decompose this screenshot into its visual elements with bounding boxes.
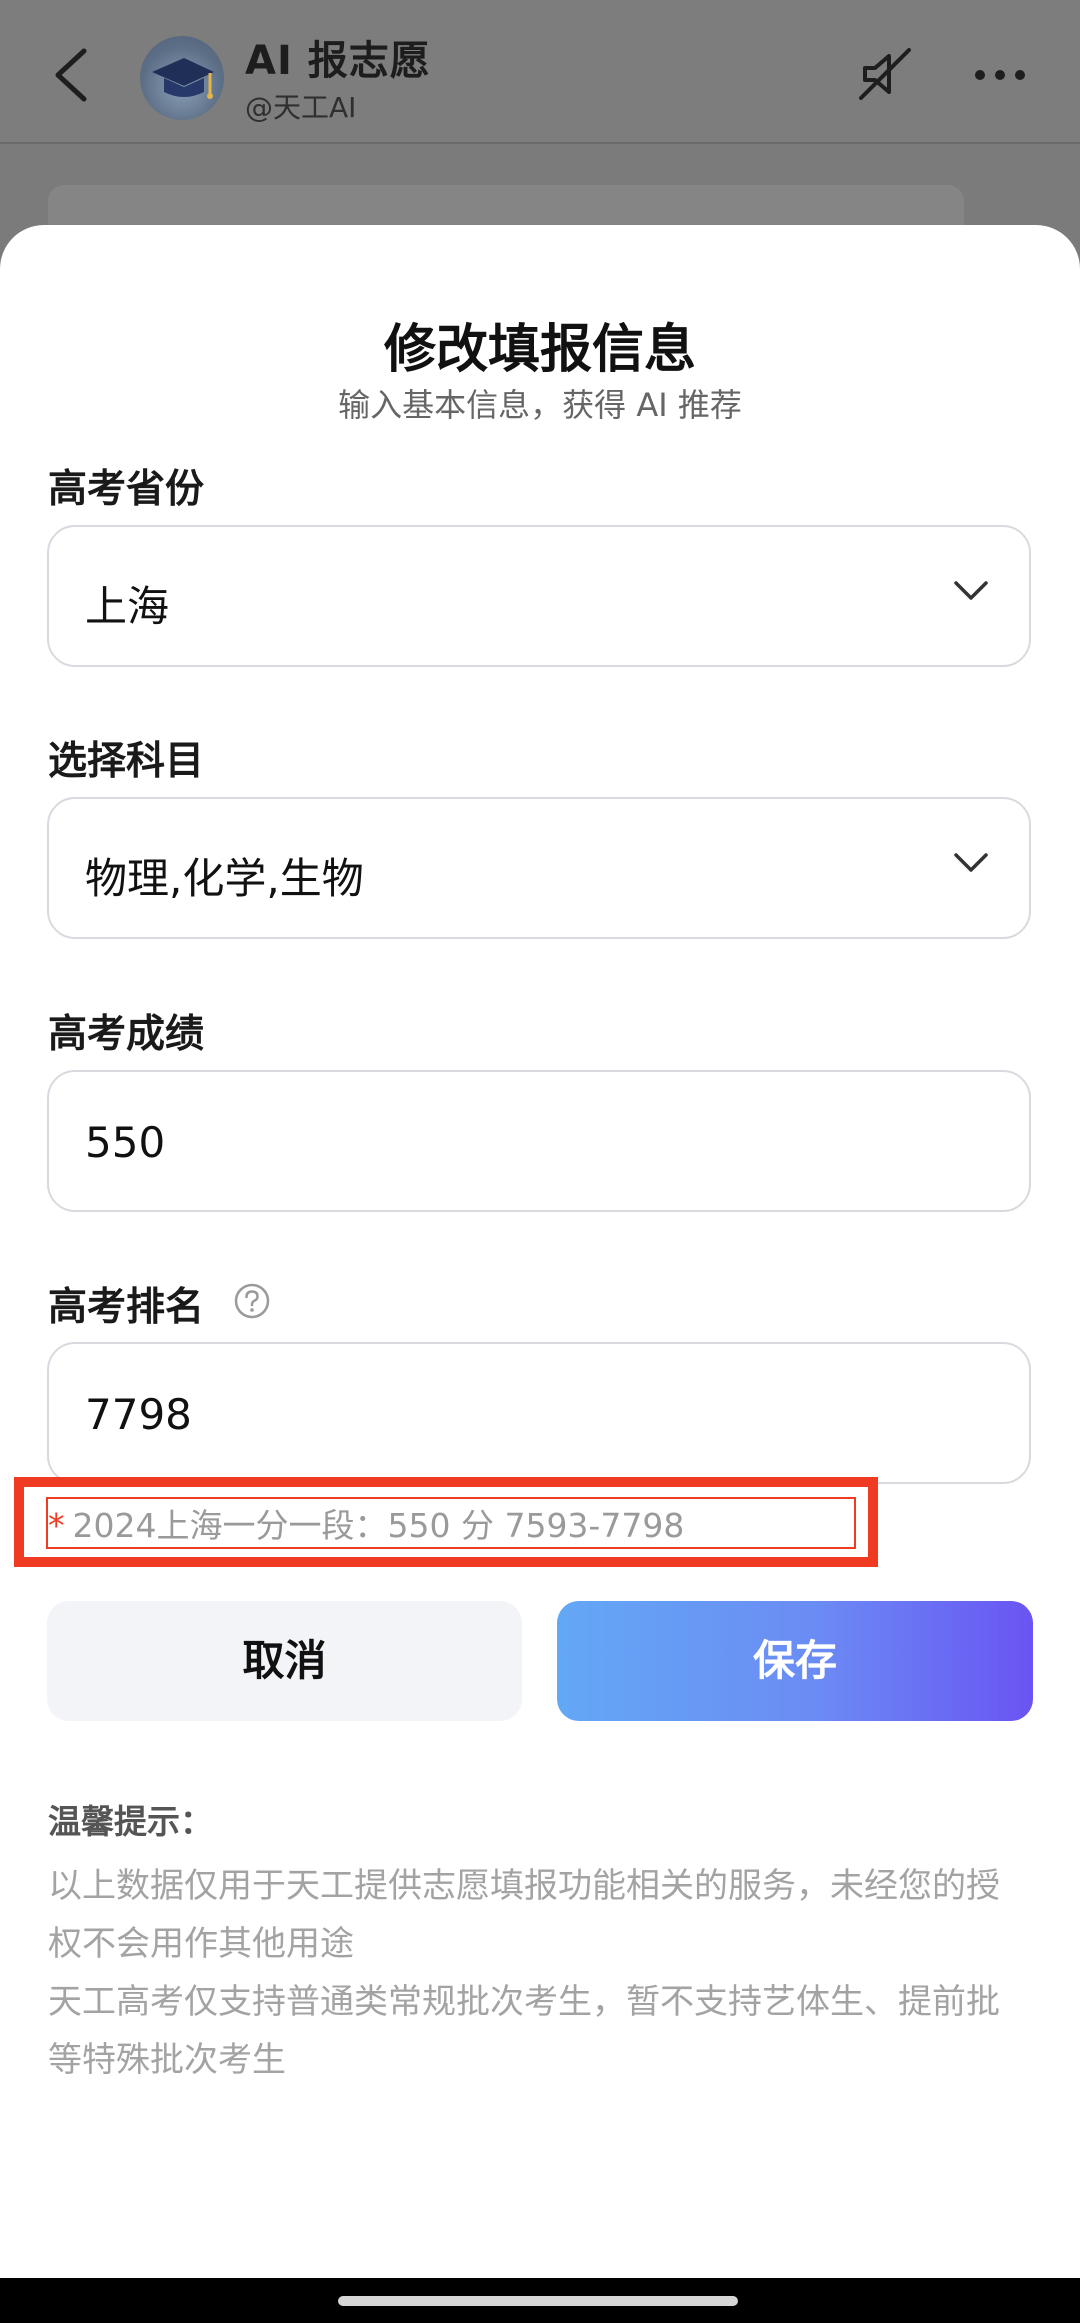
score-label: 高考成绩 <box>48 1012 205 1057</box>
chat-title: AI 报志愿 <box>245 38 431 84</box>
subjects-value: 物理,化学,生物 <box>85 854 364 903</box>
graduation-cap-icon <box>152 58 214 99</box>
subjects-label: 选择科目 <box>48 739 205 784</box>
score-rank-hint: * 2024上海一分一段：550 分 7593-7798 <box>48 1499 684 1547</box>
chevron-down-icon <box>954 581 988 600</box>
score-input[interactable]: 550 <box>47 1070 1031 1212</box>
mute-speaker-icon[interactable] <box>855 44 915 104</box>
sheet-title: 修改填报信息 <box>383 320 696 380</box>
header-divider <box>0 142 1080 144</box>
cancel-button[interactable]: 取消 <box>47 1601 522 1721</box>
help-question-icon[interactable] <box>233 1282 271 1320</box>
save-button[interactable]: 保存 <box>557 1601 1033 1721</box>
tips-title: 温馨提示： <box>48 1802 213 1841</box>
province-value: 上海 <box>85 582 170 631</box>
rank-input[interactable]: 7798 <box>47 1342 1031 1484</box>
chevron-down-icon <box>954 853 988 872</box>
bot-avatar[interactable] <box>140 36 224 120</box>
chat-handle: @天工AI <box>245 91 357 124</box>
rank-value: 7798 <box>85 1390 192 1439</box>
tips-eligibility-text: 天工高考仅支持普通类常规批次考生，暂不支持艺体生、提前批等特殊批次考生 <box>48 1982 1000 2080</box>
subjects-select[interactable]: 物理,化学,生物 <box>47 797 1031 939</box>
province-select[interactable]: 上海 <box>47 525 1031 667</box>
home-indicator[interactable] <box>338 2296 738 2306</box>
hint-asterisk: * <box>48 1506 65 1545</box>
more-options-icon[interactable] <box>970 60 1030 90</box>
tips-privacy-text: 以上数据仅用于天工提供志愿填报功能相关的服务，未经您的授权不会用作其他用途 <box>48 1866 1000 1964</box>
back-arrow-icon[interactable] <box>48 45 94 105</box>
app-header: AI 报志愿 @天工AI <box>0 0 1080 142</box>
rank-label: 高考排名 <box>48 1285 205 1330</box>
score-value: 550 <box>85 1118 166 1167</box>
sheet-subtitle: 输入基本信息，获得 AI 推荐 <box>338 386 742 424</box>
hint-text: 2024上海一分一段：550 分 7593-7798 <box>72 1506 685 1545</box>
province-label: 高考省份 <box>48 467 205 512</box>
